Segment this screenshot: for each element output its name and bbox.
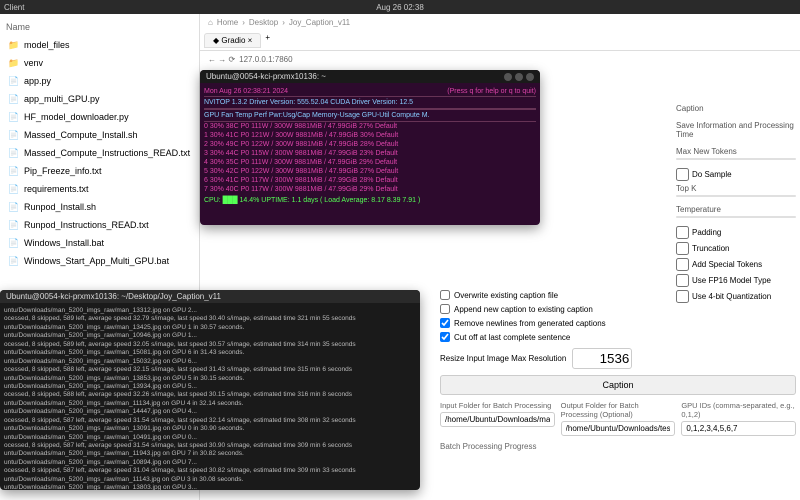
file-icon: 📄 [8,237,20,249]
file-header: Name [4,18,195,36]
breadcrumb[interactable]: ⌂ Home › Desktop › Joy_Caption_v11 [200,14,800,31]
log-line: untu/Downloads/man_5200_imgs_raw/man_119… [4,450,416,458]
log-line: untu/Downloads/man_5200_imgs_raw/man_109… [4,332,416,340]
dosample-checkbox[interactable] [676,168,689,181]
min-icon[interactable] [504,73,512,81]
file-icon: 📄 [8,201,20,213]
resize-input[interactable] [572,348,632,369]
settings-sidebar: Caption Save Information and Processing … [676,104,796,306]
log-line: untu/Downloads/man_5200_imgs_raw/man_130… [4,425,416,433]
file-item[interactable]: 📁model_files [4,36,195,54]
address-bar[interactable]: ← → ⟳ 127.0.0.1:7860 [200,51,800,68]
file-icon: 📄 [8,111,20,123]
batch-options: Overwrite existing caption file Append n… [440,290,796,451]
log-line: ocessed, 8 skipped, 587 left, average sp… [4,467,416,475]
log-line: untu/Downloads/man_5200_imgs_raw/man_150… [4,349,416,357]
input-folder[interactable] [440,412,555,427]
file-item[interactable]: 📄Runpod_Instructions_READ.txt [4,216,195,234]
gpu-row: 4 30% 35C P0 111W / 300W 9881MiB / 47.99… [204,158,536,167]
gpu-row: 7 30% 40C P0 117W / 300W 9881MiB / 47.99… [204,185,536,194]
log-line: untu/Downloads/man_5200_imgs_raw/man_111… [4,400,416,408]
clock: Aug 26 02:38 [376,3,424,12]
file-item[interactable]: 📄Windows_Start_App_Multi_GPU.bat [4,252,195,270]
log-line: untu/Downloads/man_5200_imgs_raw/man_133… [4,307,416,315]
browser-tabs: ◆ Gradio × + [200,31,800,51]
padding-checkbox[interactable] [676,226,689,239]
caption-terminal[interactable]: Ubuntu@0054-kci-prxmx10136: ~/Desktop/Jo… [0,290,420,490]
file-item[interactable]: 📄Runpod_Install.sh [4,198,195,216]
progress-label: Batch Processing Progress [440,442,796,451]
gpu-row: 0 30% 38C P0 111W / 300W 9881MiB / 47.99… [204,122,536,131]
append-checkbox[interactable] [440,304,450,314]
output-folder[interactable] [561,421,676,436]
new-tab-button[interactable]: + [265,33,270,48]
log-line: ocessed, 8 skipped, 588 left, average sp… [4,366,416,374]
file-item[interactable]: 📄app_multi_GPU.py [4,90,195,108]
nvtop-terminal[interactable]: Ubuntu@0054-kci-prxmx10136: ~ Mon Aug 26… [200,70,540,225]
file-icon: 📄 [8,165,20,177]
topk-slider[interactable] [676,195,796,197]
gpu-row: 3 30% 44C P0 115W / 300W 9881MiB / 47.99… [204,149,536,158]
home-icon: ⌂ [208,18,213,27]
truncation-checkbox[interactable] [676,242,689,255]
fp16-checkbox[interactable] [676,274,689,287]
file-icon: 📄 [8,93,20,105]
file-item[interactable]: 📄requirements.txt [4,180,195,198]
maxtokens-slider[interactable] [676,158,796,160]
system-topbar: Client Aug 26 02:38 [0,0,800,14]
caption-button[interactable]: Caption [440,375,796,395]
file-item[interactable]: 📄Pip_Freeze_info.txt [4,162,195,180]
log-line: untu/Downloads/man_5200_imgs_raw/man_138… [4,375,416,383]
file-item[interactable]: 📄HF_model_downloader.py [4,108,195,126]
file-icon: 📄 [8,255,20,267]
nvtop-title-text: Ubuntu@0054-kci-prxmx10136: ~ [206,72,326,81]
folder-icon: 📁 [8,39,20,51]
log-line: untu/Downloads/man_5200_imgs_raw/man_144… [4,408,416,416]
log-line: untu/Downloads/man_5200_imgs_raw/man_104… [4,434,416,442]
folder-icon: 📁 [8,57,20,69]
bterm-title-text: Ubuntu@0054-kci-prxmx10136: ~/Desktop/Jo… [6,292,221,301]
log-line: untu/Downloads/man_5200_imgs_raw/man_139… [4,383,416,391]
gpu-row: 2 30% 49C P0 122W / 300W 9881MiB / 47.99… [204,140,536,149]
overwrite-checkbox[interactable] [440,290,450,300]
log-line: untu/Downloads/man_5200_imgs_raw/man_150… [4,358,416,366]
gpu-ids[interactable] [681,421,796,436]
file-item[interactable]: 📄Windows_Install.bat [4,234,195,252]
log-line: ocessed, 8 skipped, 587 left, average sp… [4,417,416,425]
file-item[interactable]: 📄Massed_Compute_Install.sh [4,126,195,144]
log-line: ocessed, 8 skipped, 589 left, average sp… [4,315,416,323]
temperature-slider[interactable] [676,216,796,218]
file-icon: 📄 [8,75,20,87]
addspecial-checkbox[interactable] [676,258,689,271]
file-item[interactable]: 📄app.py [4,72,195,90]
close-icon[interactable] [526,73,534,81]
file-icon: 📄 [8,129,20,141]
max-icon[interactable] [515,73,523,81]
log-line: untu/Downloads/man_5200_imgs_raw/man_111… [4,476,416,484]
tab-gradio[interactable]: ◆ Gradio × [204,33,261,48]
file-icon: 📄 [8,219,20,231]
cutoff-checkbox[interactable] [440,332,450,342]
log-line: ocessed, 8 skipped, 587 left, average sp… [4,442,416,450]
file-item[interactable]: 📄Massed_Compute_Instructions_READ.txt [4,144,195,162]
log-line: untu/Downloads/man_5200_imgs_raw/man_134… [4,324,416,332]
file-item[interactable]: 📁venv [4,54,195,72]
gpu-row: 6 30% 41C P0 117W / 300W 9881MiB / 47.99… [204,176,536,185]
log-line: untu/Downloads/man_5200_imgs_raw/man_138… [4,484,416,490]
log-line: untu/Downloads/man_5200_imgs_raw/man_108… [4,459,416,467]
file-icon: 📄 [8,147,20,159]
remove-checkbox[interactable] [440,318,450,328]
gpu-row: 5 30% 42C P0 122W / 300W 9881MiB / 47.99… [204,167,536,176]
log-line: ocessed, 8 skipped, 589 left, average sp… [4,341,416,349]
gpu-row: 1 30% 41C P0 121W / 300W 9881MiB / 47.99… [204,131,536,140]
log-line: ocessed, 8 skipped, 588 left, average sp… [4,391,416,399]
topbar-left: Client [4,3,24,12]
file-icon: 📄 [8,183,20,195]
gradio-icon: ◆ [213,36,219,45]
